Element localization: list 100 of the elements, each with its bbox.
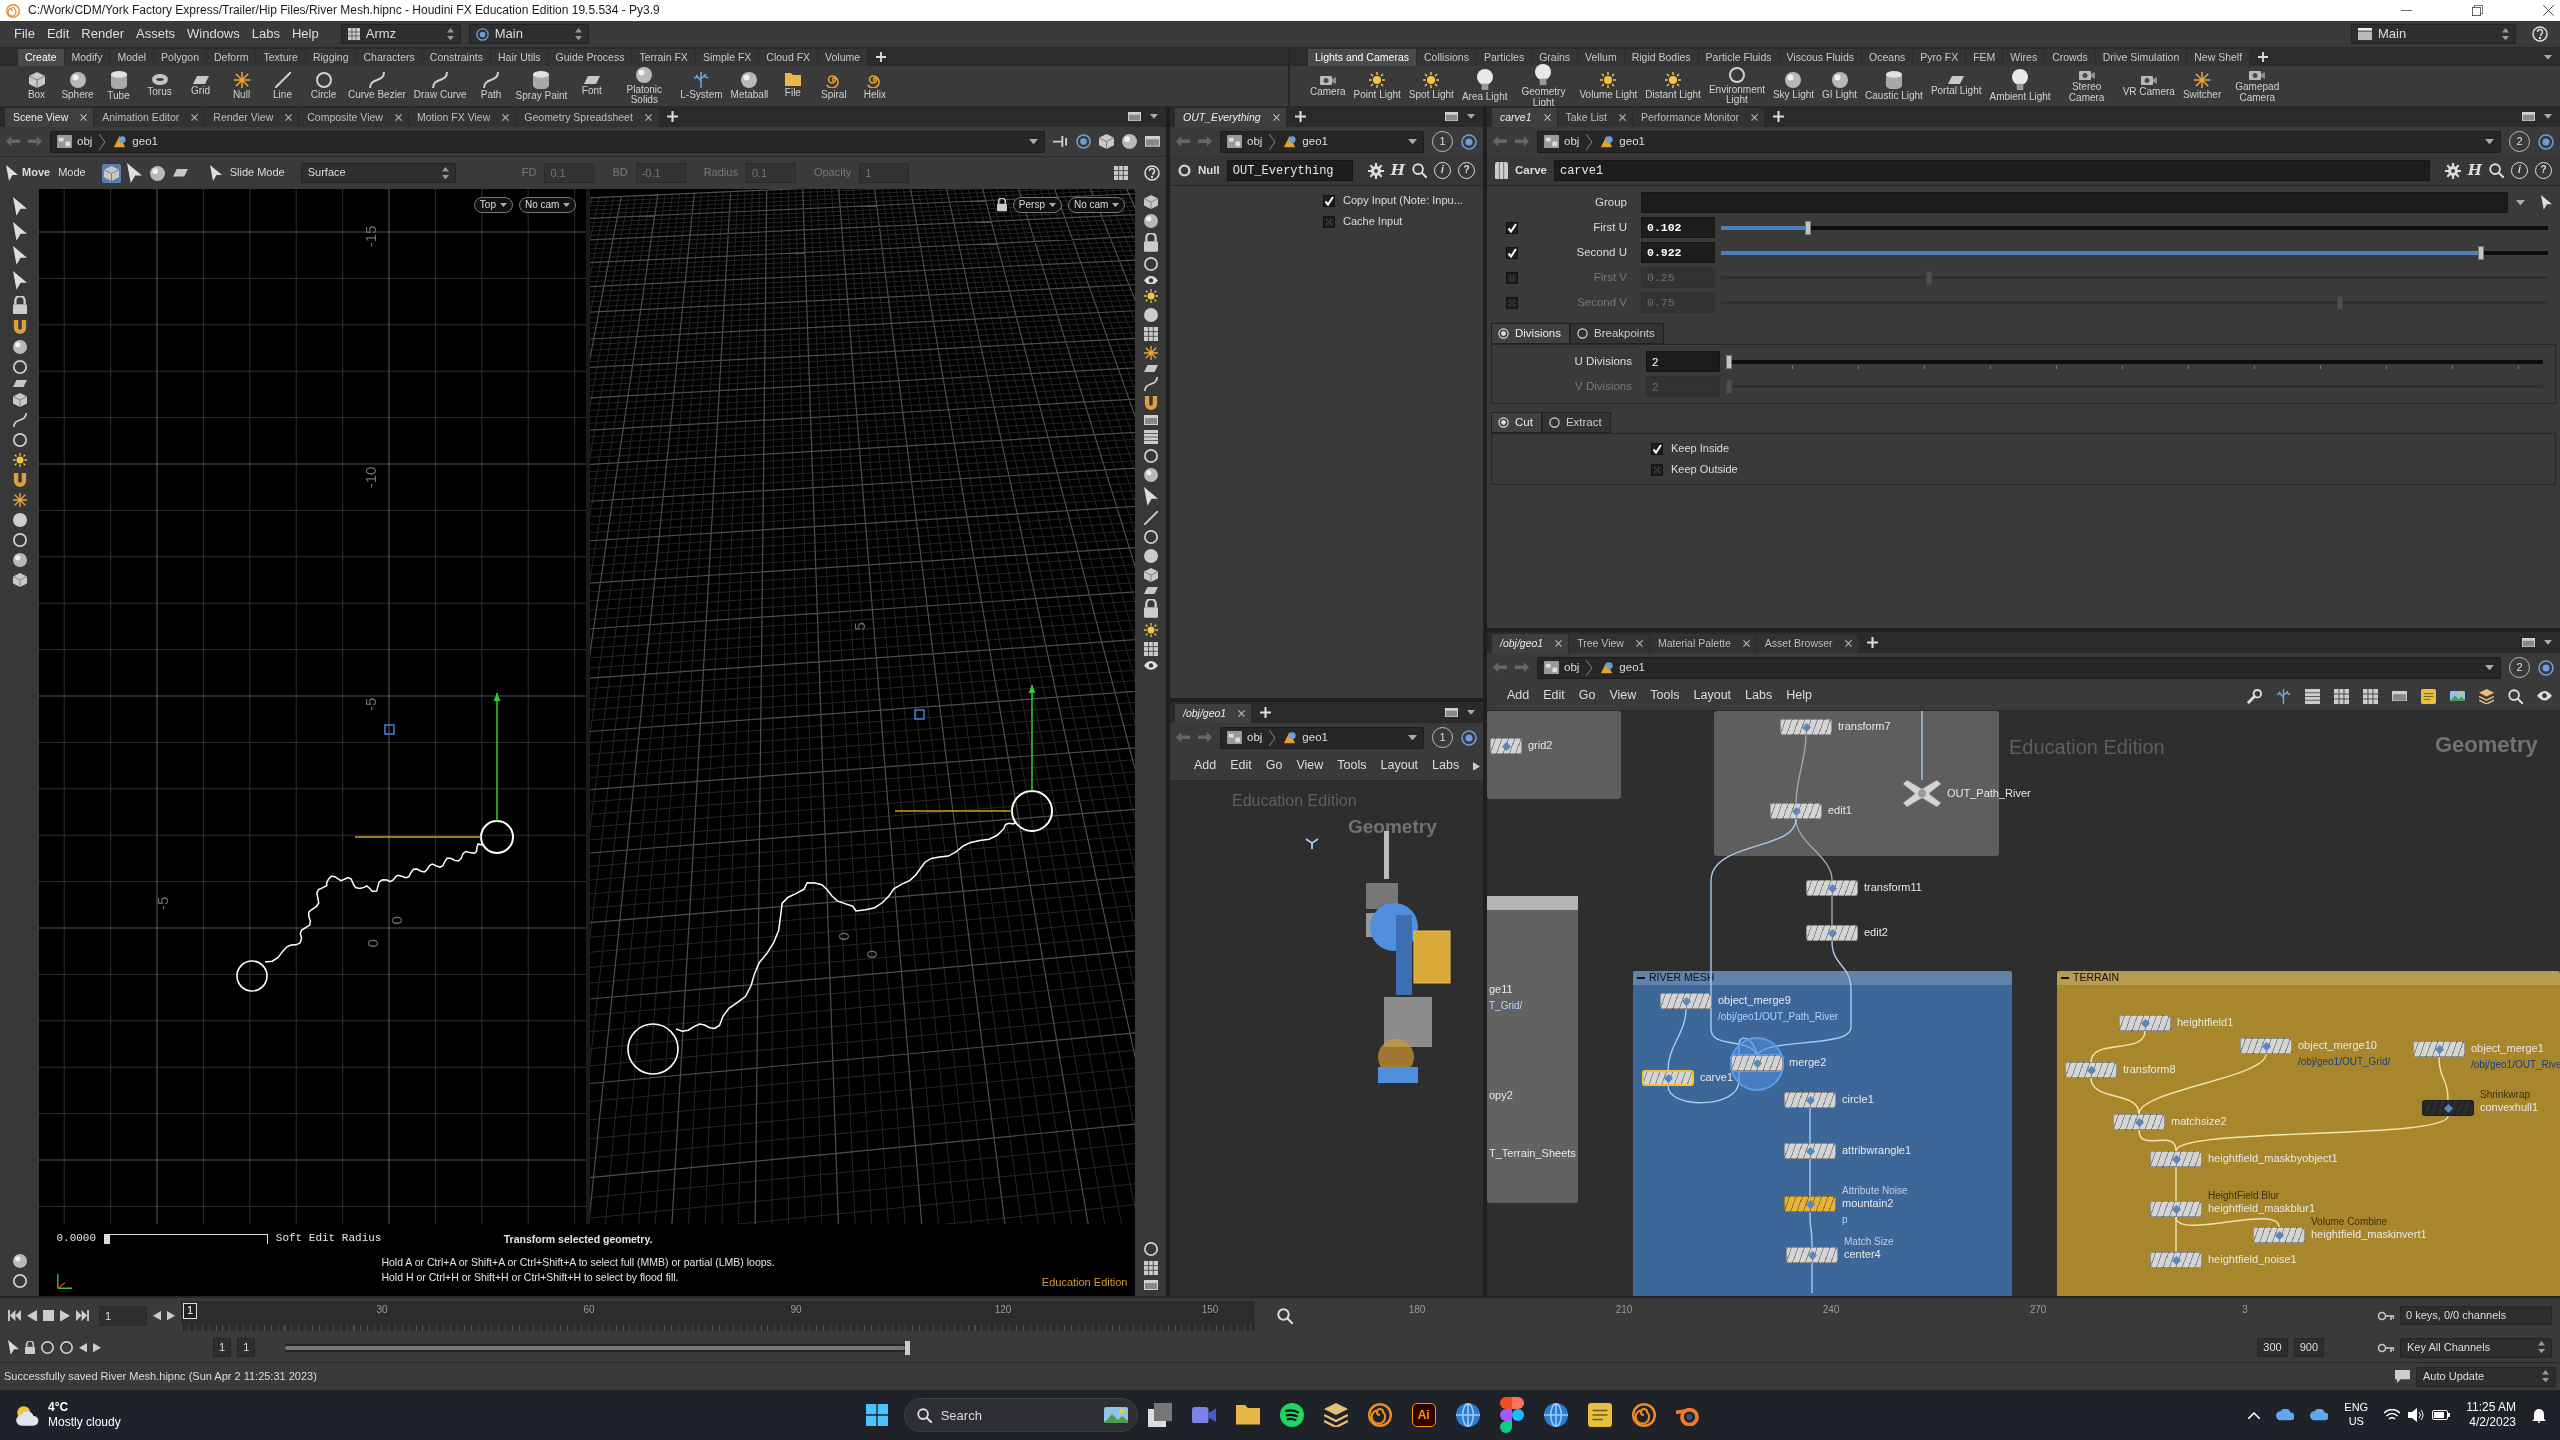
- window-icon[interactable]: [1143, 415, 1158, 426]
- shelf-tool[interactable]: Area Light: [1457, 66, 1512, 106]
- video-camera-icon[interactable]: [1191, 1406, 1216, 1424]
- lock-icon[interactable]: [25, 1340, 35, 1355]
- cube-icon[interactable]: [1143, 568, 1158, 583]
- branch-icon[interactable]: [2276, 688, 2291, 704]
- shelf-tool[interactable]: Path: [470, 66, 512, 106]
- pane-tab[interactable]: /obj/geo1: [1175, 704, 1252, 723]
- cursor-icon[interactable]: [1143, 487, 1158, 507]
- node[interactable]: [1660, 993, 1712, 1009]
- magnet-icon[interactable]: [12, 473, 27, 488]
- cube-icon[interactable]: [12, 573, 27, 588]
- close-icon[interactable]: [1238, 710, 1246, 717]
- menu-item[interactable]: Render: [75, 25, 130, 43]
- shelf-tool[interactable]: Helix: [854, 66, 896, 106]
- shelf-tool[interactable]: Stereo Camera: [2054, 66, 2119, 106]
- clock[interactable]: 11:25 AM 4/2/2023: [2466, 1400, 2516, 1430]
- path-bar[interactable]: obj geo1: [1537, 130, 2501, 153]
- close-icon[interactable]: [394, 114, 402, 121]
- plane-icon[interactable]: [1143, 365, 1158, 373]
- window-icon[interactable]: [1445, 111, 1458, 122]
- close-icon[interactable]: [1844, 640, 1852, 647]
- pane-tab[interactable]: Render View: [205, 108, 299, 127]
- pane-tab[interactable]: Asset Browser: [1756, 634, 1858, 653]
- node[interactable]: [2422, 1100, 2474, 1116]
- cursor-icon[interactable]: [8, 1340, 19, 1355]
- note-icon[interactable]: [2421, 688, 2436, 704]
- shelf-tool[interactable]: Grid: [180, 66, 221, 106]
- node[interactable]: [1731, 1055, 1783, 1071]
- dot-icon[interactable]: [1143, 308, 1158, 323]
- close-icon[interactable]: [80, 114, 88, 121]
- close-icon[interactable]: [1742, 640, 1750, 647]
- window-icon[interactable]: [2522, 637, 2535, 648]
- caret-icon[interactable]: [1150, 114, 1158, 119]
- shelf-tool[interactable]: Distant Light: [1641, 66, 1705, 106]
- caret-icon[interactable]: [2485, 664, 2494, 671]
- plus-icon[interactable]: [1260, 707, 1272, 718]
- cursor-icon[interactable]: [209, 165, 222, 181]
- shelf-tool[interactable]: Box: [16, 66, 57, 106]
- shelf-tab[interactable]: Model: [110, 49, 154, 66]
- shelf-tool[interactable]: Spray Paint: [511, 66, 572, 106]
- shelf-tab[interactable]: Volume: [818, 49, 868, 66]
- surface-dropdown[interactable]: Surface: [300, 163, 456, 183]
- cube-icon[interactable]: [1099, 134, 1114, 149]
- menu-item[interactable]: Edit: [40, 25, 76, 43]
- shelf-tool[interactable]: Point Light: [1349, 66, 1405, 106]
- target-icon[interactable]: [2538, 133, 2554, 150]
- shelf-tool[interactable]: Tube: [98, 66, 139, 106]
- caret-icon[interactable]: [1408, 138, 1417, 145]
- shelf-tool[interactable]: Platonic Solids: [612, 66, 677, 106]
- pane-tab[interactable]: Animation Editor: [94, 108, 205, 127]
- transform-handle[interactable]: [354, 692, 515, 854]
- shelf-tab[interactable]: Deform: [207, 49, 256, 66]
- restore-icon[interactable]: [2472, 5, 2483, 16]
- shelf-tab[interactable]: Wires: [2003, 49, 2045, 66]
- node-name-field[interactable]: OUT_Everything: [1226, 160, 1353, 181]
- shelf-tab[interactable]: Crowds: [2045, 49, 2095, 66]
- node[interactable]: [2150, 1252, 2202, 1268]
- help-icon[interactable]: [2532, 26, 2548, 42]
- cursor-icon[interactable]: [2541, 195, 2552, 210]
- node[interactable]: [2253, 1227, 2305, 1243]
- plus-icon[interactable]: [1866, 637, 1878, 648]
- shelf-tab[interactable]: Drive Simulation: [2095, 49, 2187, 66]
- shelf-tab[interactable]: Pyro FX: [1913, 49, 1966, 66]
- close-icon[interactable]: [1555, 640, 1563, 647]
- plus-icon[interactable]: [666, 111, 678, 122]
- desktop-dropdown[interactable]: Main: [2351, 24, 2516, 44]
- window-icon[interactable]: [1445, 707, 1458, 718]
- node[interactable]: [2413, 1041, 2465, 1057]
- plane-icon[interactable]: [1143, 587, 1158, 595]
- ring-icon[interactable]: [1143, 530, 1158, 545]
- range-field[interactable]: 300: [2257, 1338, 2288, 1357]
- path-segment[interactable]: obj: [1544, 660, 1580, 675]
- curve-icon[interactable]: [1143, 377, 1158, 392]
- cursor-icon[interactable]: [12, 246, 27, 266]
- window-icon[interactable]: [1128, 111, 1141, 122]
- viewport[interactable]: -15 -10 -5 0 0 -5 Top No cam: [39, 189, 587, 1224]
- cube-icon[interactable]: [1143, 195, 1158, 209]
- folder-tab[interactable]: Extract: [1541, 412, 1611, 433]
- play-icon[interactable]: [60, 1309, 70, 1322]
- note-icon[interactable]: [1587, 1403, 1612, 1427]
- folder-tab[interactable]: Divisions: [1491, 323, 1570, 344]
- shelf-tool[interactable]: Caustic Light: [1861, 66, 1927, 106]
- caret-icon[interactable]: [1467, 114, 1475, 119]
- path-segment[interactable]: obj: [1544, 134, 1580, 149]
- shelf-tool[interactable]: Line: [262, 66, 303, 106]
- swirl-icon[interactable]: [1631, 1403, 1656, 1427]
- settings-icon[interactable]: [1367, 162, 1384, 179]
- menu-item[interactable]: Go: [1265, 758, 1283, 774]
- key-mode-dropdown[interactable]: Key All Channels: [2400, 1337, 2552, 1358]
- node[interactable]: [1780, 719, 1832, 735]
- shelf-tab[interactable]: Create: [18, 49, 64, 66]
- help-icon[interactable]: [1144, 165, 1160, 181]
- menu-item[interactable]: Layout: [1380, 758, 1419, 774]
- view-menu-button[interactable]: Top: [473, 197, 513, 213]
- checkbox[interactable]: [1323, 215, 1335, 228]
- menu-item[interactable]: Edit: [1543, 688, 1565, 704]
- eye-icon[interactable]: [2537, 691, 2552, 701]
- window-icon[interactable]: [2392, 690, 2407, 702]
- shelf-tab[interactable]: New Shelf: [2187, 49, 2250, 66]
